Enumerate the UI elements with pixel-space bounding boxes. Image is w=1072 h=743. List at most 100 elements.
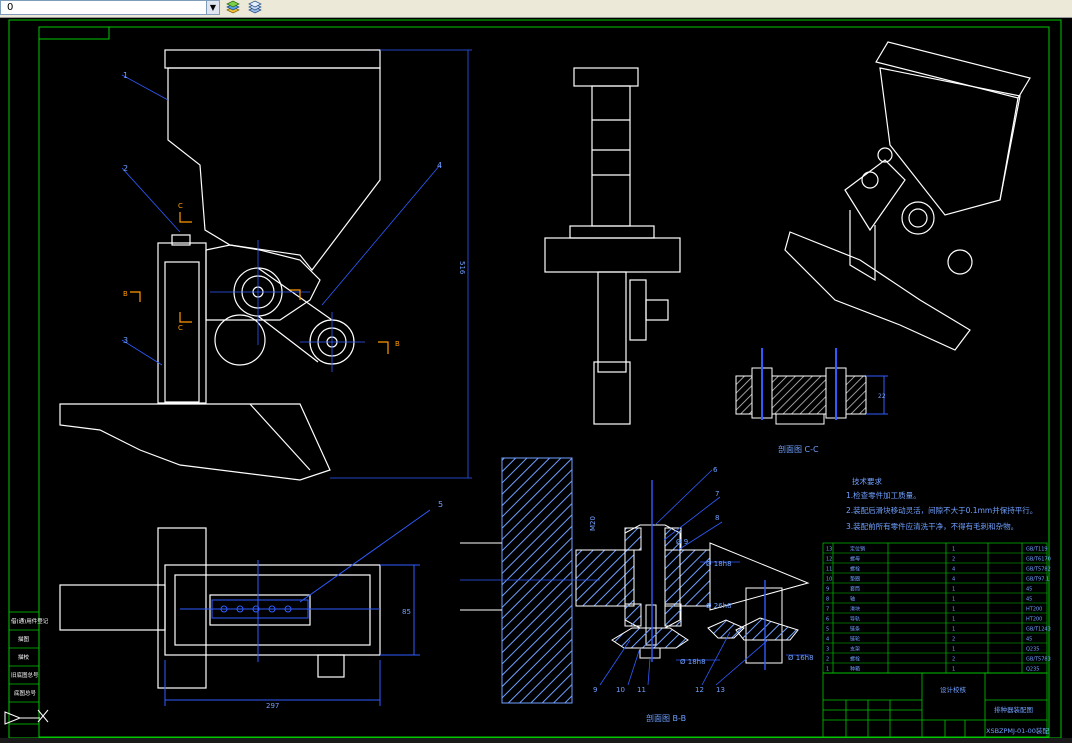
stamp-text-5: 底图总号 xyxy=(14,689,37,697)
bom-cell: 7 xyxy=(826,607,829,613)
bom-cell: 2 xyxy=(952,637,955,643)
bom-cell: 导轨 xyxy=(850,616,860,623)
bom-cell: 垫圈 xyxy=(850,576,860,583)
part-label-5: 5 xyxy=(438,500,443,509)
bom-cell: 3 xyxy=(826,647,829,653)
bom-cell: 8 xyxy=(826,597,829,603)
ucs-icon xyxy=(4,709,49,725)
bom-cell: 2 xyxy=(826,657,829,663)
bom-cell: GB/T5783 xyxy=(1026,657,1051,663)
bom-cell: 45 xyxy=(1026,597,1032,603)
tech-note-3: 3.装配前所有零件应清洗干净，不得有毛刺和杂物。 xyxy=(846,521,1018,531)
bom-cell: 45 xyxy=(1026,587,1032,593)
bom-cell: 1 xyxy=(952,587,955,593)
layer-states-icon[interactable] xyxy=(225,0,241,15)
part-label-12: 12 xyxy=(695,686,704,694)
bom-cell: GB/T97.1 xyxy=(1026,577,1049,583)
part-label-4: 4 xyxy=(437,161,442,170)
part-label-7: 7 xyxy=(715,490,719,498)
horizontal-scrollbar[interactable] xyxy=(0,738,1072,743)
front-view xyxy=(59,49,381,481)
bom-cell: GB/T6170 xyxy=(1026,557,1051,563)
bom-cell: 2 xyxy=(952,657,955,663)
bom-cell: 1 xyxy=(952,627,955,633)
bom-cell: 2 xyxy=(952,557,955,563)
tech-note-1: 1.检查零件加工质量。 xyxy=(846,490,921,500)
dim-height-text: 516 xyxy=(458,261,466,275)
stamp-text-2: 描图 xyxy=(18,635,30,643)
bom-cell: 1 xyxy=(826,667,829,673)
part-label-9: 9 xyxy=(593,686,597,694)
title-block-drawing-name: 排种器装配图 xyxy=(994,705,1033,714)
dim-depth-text: 85 xyxy=(402,608,411,616)
layer-dropdown[interactable]: 0 ▼ xyxy=(0,0,220,15)
tech-note-2: 2.装配后滑块移动灵活，间隙不大于0.1mm并保持平行。 xyxy=(846,505,1037,515)
bom-cell: 4 xyxy=(952,577,955,583)
bom-cell: 6 xyxy=(826,617,829,623)
tech-notes-title: 技术要求 xyxy=(852,476,882,486)
title-block-company: 设计校核 xyxy=(940,685,967,694)
bom-cell: 螺栓 xyxy=(850,566,860,573)
part-label-8: 8 xyxy=(715,514,719,522)
bom-cell: 4 xyxy=(952,567,955,573)
section-cc-title: 剖面图 C-C xyxy=(778,444,819,454)
part-label-1: 1 xyxy=(123,71,128,80)
isometric-view xyxy=(784,41,1031,351)
top-view xyxy=(59,527,381,689)
cad-toolbar: 0 ▼ xyxy=(0,0,1072,18)
bom-cell: 螺栓 xyxy=(850,656,860,663)
stamp-text-1: 借(通)用件登记 xyxy=(11,617,49,625)
part-label-10: 10 xyxy=(616,686,625,694)
dim-diam1-text: Ø 18h8 xyxy=(706,560,732,568)
drawing-canvas[interactable]: 借(通)用件登记 描图 描校 旧底图总号 底图总号 1 2 3 4 C C B … xyxy=(0,18,1072,743)
part-label-6: 6 xyxy=(713,466,718,474)
section-mark-c-bottom: C xyxy=(178,324,183,332)
dim-width-text: 297 xyxy=(266,702,279,710)
bom-cell: 11 xyxy=(826,567,832,573)
bom-cell: 1 xyxy=(952,607,955,613)
bom-cell: 1 xyxy=(952,547,955,553)
bom-cell: 种箱 xyxy=(850,666,860,673)
layer-previous-icon[interactable] xyxy=(247,0,263,15)
bom-cell: 1 xyxy=(952,667,955,673)
corner-label-box xyxy=(38,26,110,40)
bom-table-rows: 13 定位销 1 GB/T11912 螺母 2 GB/T617011 螺栓 4 GB/T57821… xyxy=(823,546,1051,674)
stamp-text-4: 旧底图总号 xyxy=(11,671,39,679)
part-label-3: 3 xyxy=(123,336,128,345)
section-cc-view xyxy=(735,348,888,425)
layer-value: 0 xyxy=(7,2,14,13)
bom-cell: 链条 xyxy=(850,626,860,633)
bom-cell: 螺母 xyxy=(850,556,860,563)
dim-diam2-text: Ø 18h8 xyxy=(680,658,706,666)
part-label-2: 2 xyxy=(123,164,128,173)
left-stamp-column xyxy=(8,611,40,725)
bom-cell: 12 xyxy=(826,557,832,563)
bom-cell: HT200 xyxy=(1026,617,1042,623)
title-block-drawing-code: XSBZPMJ-01-00装配 xyxy=(986,726,1049,735)
bom-cell: 1 xyxy=(952,647,955,653)
bom-cell: GB/T1243 xyxy=(1026,627,1051,633)
dim-cc-text: 22 xyxy=(878,393,886,400)
bom-cell: 5 xyxy=(826,627,829,633)
section-mark-c-top: C xyxy=(178,202,183,210)
bom-cell: 支架 xyxy=(850,646,860,653)
dim-top-text: Ø 9 xyxy=(676,538,688,546)
section-mark-b-left: B xyxy=(123,290,128,298)
part-label-13: 13 xyxy=(716,686,725,694)
dim-diam4-text: Ø 16h8 xyxy=(788,654,814,662)
section-cut-marks xyxy=(130,212,389,354)
bom-cell: 轴 xyxy=(850,596,855,603)
stamp-text-3: 描校 xyxy=(18,653,30,661)
bom-cell: 10 xyxy=(826,577,832,583)
bom-cell: 链轮 xyxy=(850,636,860,643)
bom-cell: 滑块 xyxy=(850,606,860,613)
side-view xyxy=(544,67,681,425)
bom-cell: HT200 xyxy=(1026,607,1042,613)
bom-cell: 1 xyxy=(952,597,955,603)
bom-cell: 定位销 xyxy=(850,546,865,553)
bom-cell: GB/T5782 xyxy=(1026,567,1051,573)
chevron-down-icon[interactable]: ▼ xyxy=(206,1,219,14)
part-label-11: 11 xyxy=(637,686,646,694)
front-dim-lines xyxy=(121,49,472,479)
section-bb-title: 剖面图 B-B xyxy=(646,713,686,723)
